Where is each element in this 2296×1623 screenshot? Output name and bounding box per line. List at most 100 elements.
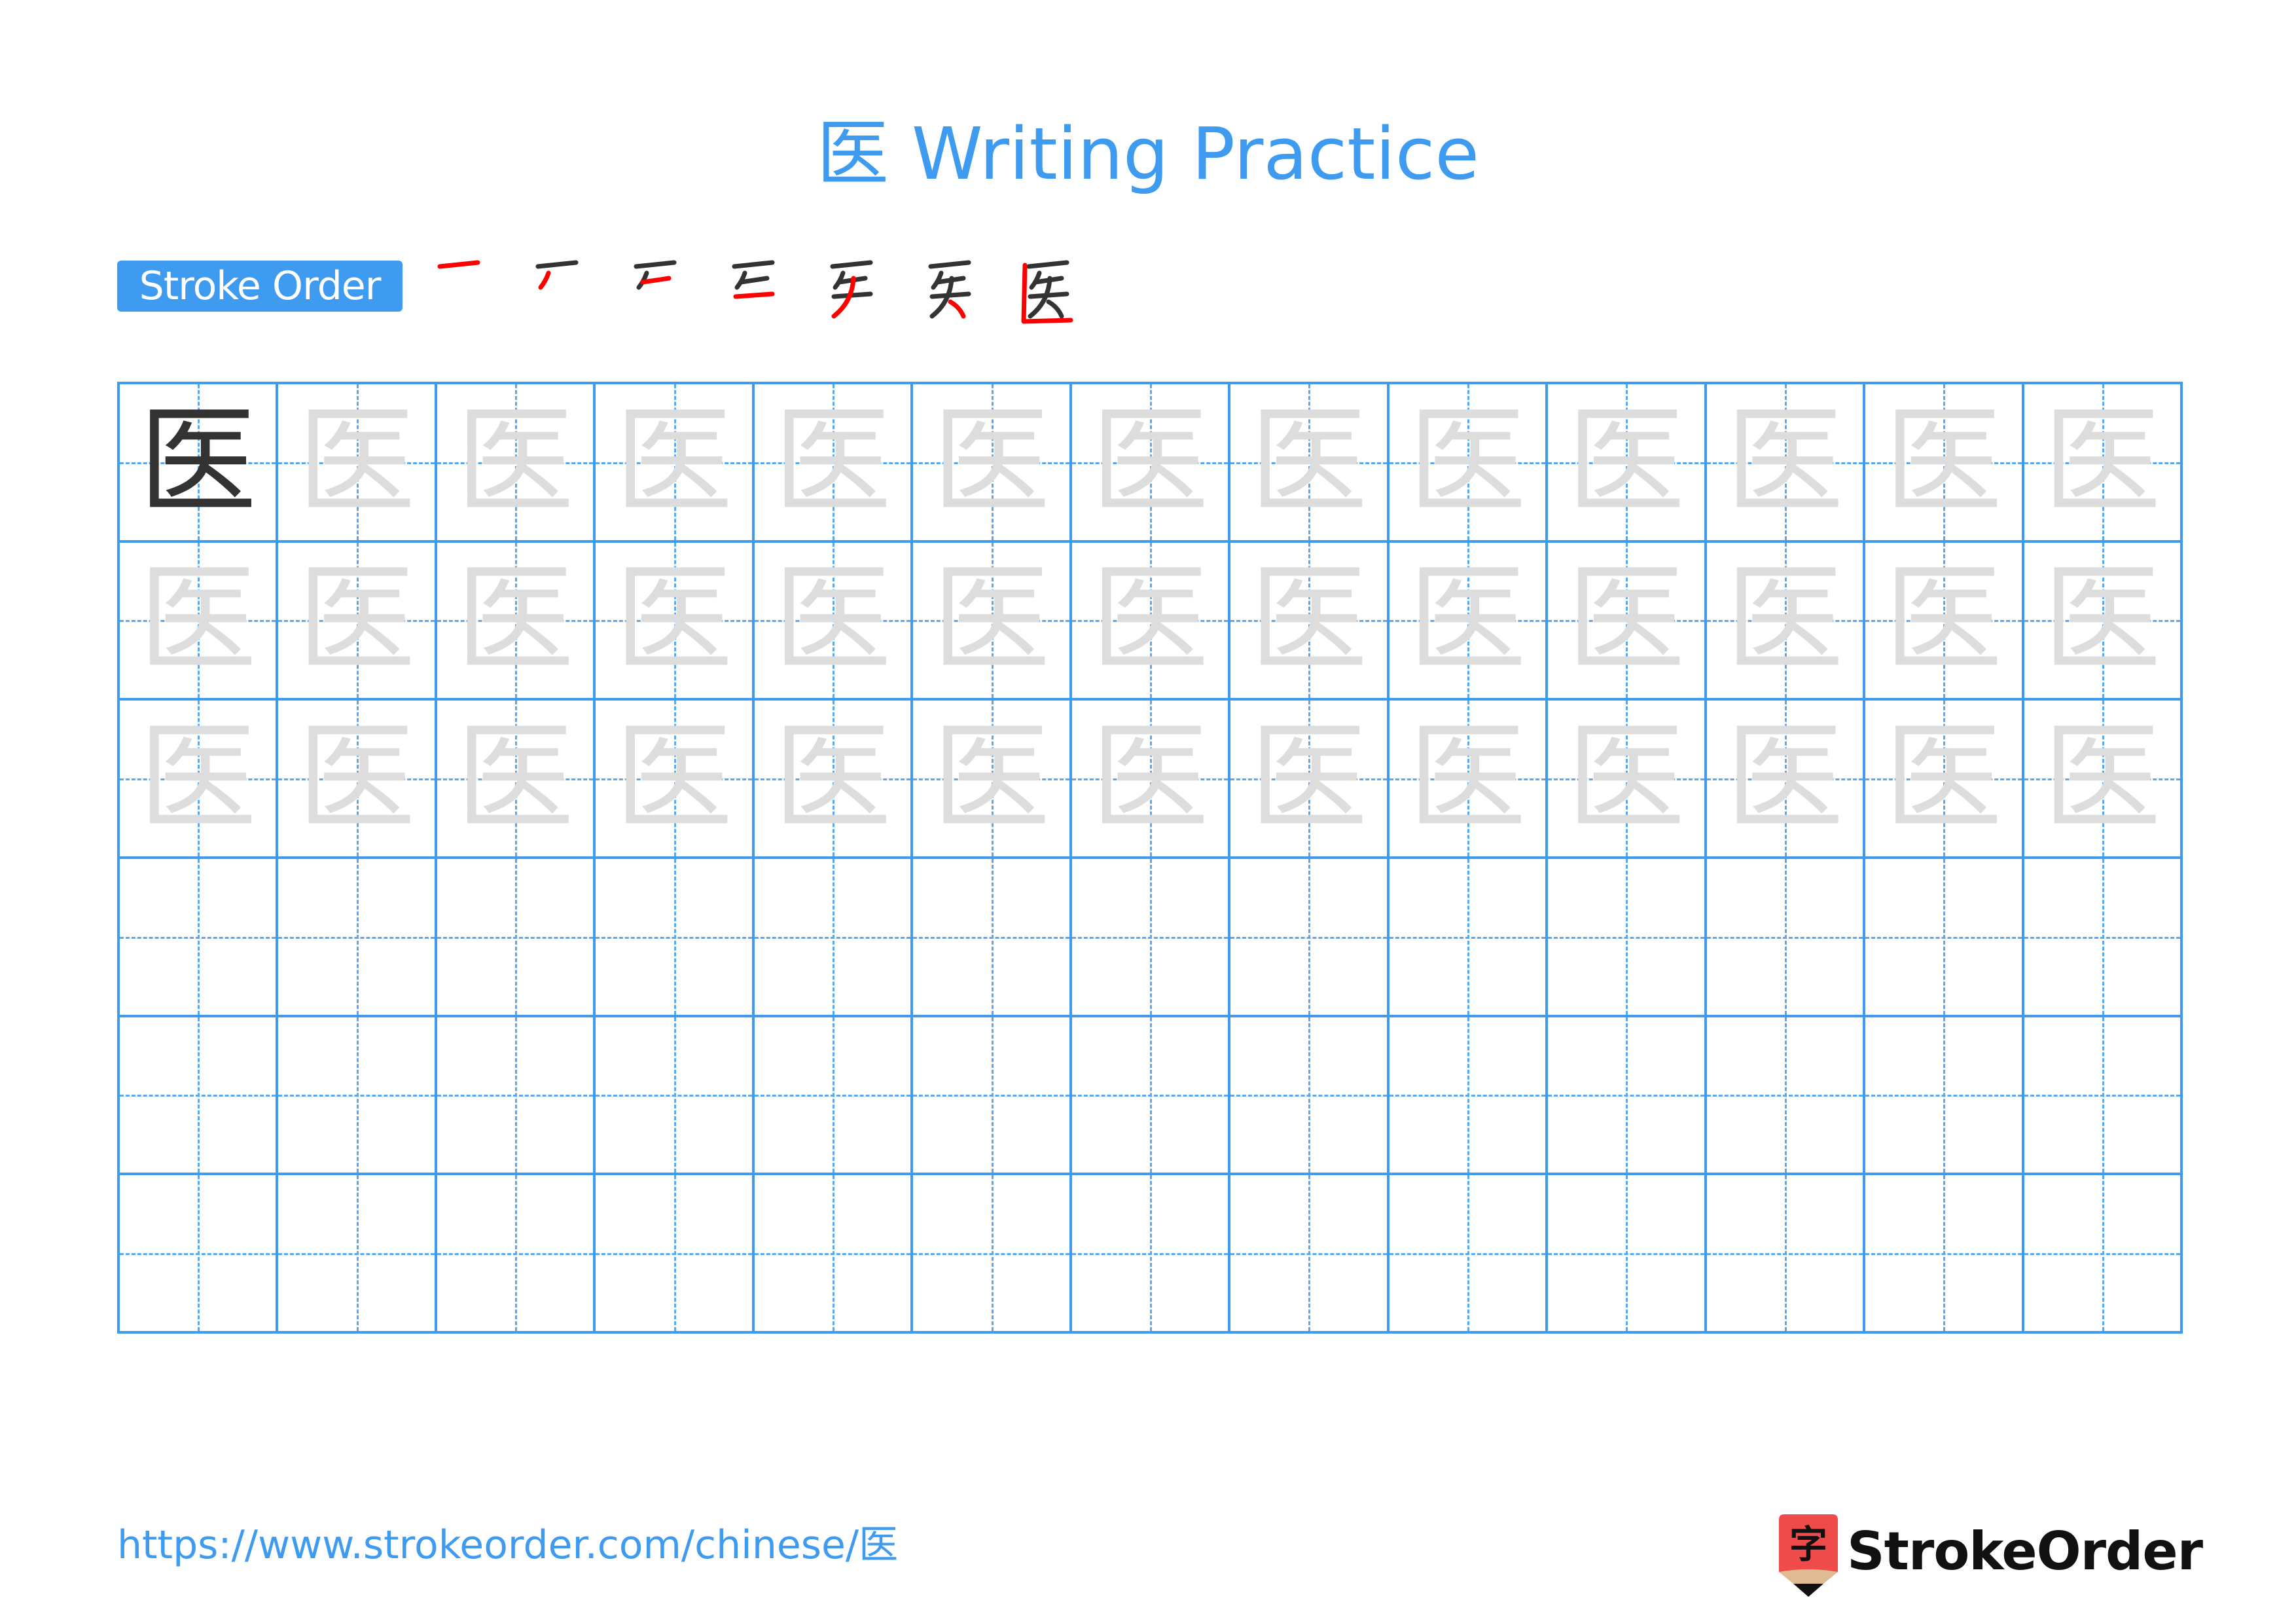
practice-cell[interactable] (276, 1173, 437, 1334)
practice-cell[interactable]: 医 (593, 539, 755, 701)
practice-cell[interactable] (1545, 1014, 1707, 1176)
practice-cell[interactable]: 医 (910, 539, 1072, 701)
practice-cell[interactable] (117, 1014, 279, 1176)
practice-cell[interactable] (1545, 1173, 1707, 1334)
practice-cell[interactable] (593, 1014, 755, 1176)
practice-cell[interactable]: 医 (2021, 539, 2183, 701)
practice-cell[interactable]: 医 (1386, 698, 1549, 859)
guide-line-horizontal (913, 1095, 1069, 1097)
practice-cell[interactable]: 医 (1386, 382, 1549, 543)
practice-cell[interactable] (1545, 856, 1707, 1017)
practice-cell[interactable] (1228, 856, 1390, 1017)
practice-cell[interactable] (1386, 856, 1549, 1017)
practice-cell[interactable]: 医 (2021, 698, 2183, 859)
practice-cell[interactable]: 医 (1228, 698, 1390, 859)
guide-line-horizontal (120, 936, 276, 939)
trace-character: 医 (297, 710, 416, 847)
practice-cell[interactable] (593, 856, 755, 1017)
practice-cell[interactable]: 医 (1704, 698, 1866, 859)
practice-cell[interactable]: 医 (1863, 539, 2024, 701)
practice-cell[interactable]: 医 (751, 382, 914, 543)
practice-cell[interactable]: 医 (434, 539, 596, 701)
practice-cell[interactable]: 医 (1545, 698, 1707, 859)
practice-cell[interactable]: 医 (1863, 698, 2024, 859)
practice-cell[interactable] (1863, 856, 2024, 1017)
practice-cell[interactable] (276, 1014, 437, 1176)
logo-text: StrokeOrder (1847, 1521, 2203, 1582)
practice-cell[interactable] (434, 1014, 596, 1176)
trace-character: 医 (456, 393, 575, 530)
practice-cell[interactable]: 医 (1069, 698, 1231, 859)
practice-cell[interactable]: 医 (751, 698, 914, 859)
trace-character: 医 (1884, 710, 2003, 847)
practice-cell[interactable] (1069, 1014, 1231, 1176)
guide-line-horizontal (1706, 1095, 1863, 1097)
strokeorder-logo[interactable]: 字 StrokeOrder (1779, 1509, 2203, 1601)
practice-cell[interactable]: 医 (1069, 539, 1231, 701)
practice-cell[interactable]: 医 (1069, 382, 1231, 543)
practice-cell[interactable] (276, 856, 437, 1017)
practice-cell[interactable]: 医 (276, 539, 437, 701)
guide-line-horizontal (437, 1095, 594, 1097)
practice-cell[interactable] (1704, 1014, 1866, 1176)
practice-cell[interactable] (1386, 1014, 1549, 1176)
practice-cell[interactable] (2021, 1173, 2183, 1334)
practice-cell[interactable]: 医 (1704, 382, 1866, 543)
trace-character: 医 (1408, 393, 1526, 530)
practice-cell[interactable] (1704, 1173, 1866, 1334)
practice-cell[interactable] (1069, 856, 1231, 1017)
practice-cell[interactable] (1386, 1173, 1549, 1334)
trace-character: 医 (2043, 393, 2161, 530)
practice-cell[interactable]: 医 (910, 382, 1072, 543)
practice-cell[interactable] (910, 856, 1072, 1017)
practice-cell[interactable] (910, 1173, 1072, 1334)
practice-cell[interactable] (910, 1014, 1072, 1176)
practice-cell[interactable]: 医 (1386, 539, 1549, 701)
practice-cell[interactable] (2021, 1014, 2183, 1176)
source-url-link[interactable]: https://www.strokeorder.com/chinese/医 (117, 1519, 898, 1571)
trace-character: 医 (1249, 710, 1368, 847)
stroke-step-1 (425, 259, 491, 324)
practice-cell[interactable]: 医 (1704, 539, 1866, 701)
practice-cell[interactable] (1228, 1014, 1390, 1176)
practice-cell[interactable]: 医 (1228, 539, 1390, 701)
practice-cell[interactable] (2021, 856, 2183, 1017)
trace-character: 医 (774, 710, 892, 847)
practice-cell[interactable] (434, 856, 596, 1017)
guide-line-horizontal (1706, 1253, 1863, 1256)
practice-cell[interactable] (1863, 1014, 2024, 1176)
practice-cell[interactable] (117, 856, 279, 1017)
guide-line-horizontal (596, 1095, 752, 1097)
practice-cell[interactable]: 医 (1863, 382, 2024, 543)
practice-cell[interactable]: 医 (910, 698, 1072, 859)
practice-cell[interactable] (1228, 1173, 1390, 1334)
trace-character: 医 (615, 551, 733, 689)
practice-cell[interactable]: 医 (2021, 382, 2183, 543)
practice-cell[interactable]: 医 (751, 539, 914, 701)
guide-line-horizontal (1230, 936, 1387, 939)
practice-cell[interactable] (1069, 1173, 1231, 1334)
practice-cell[interactable] (751, 856, 914, 1017)
practice-cell[interactable]: 医 (276, 698, 437, 859)
practice-cell[interactable]: 医 (1545, 539, 1707, 701)
practice-cell[interactable]: 医 (434, 382, 596, 543)
practice-cell[interactable]: 医 (1228, 382, 1390, 543)
guide-line-horizontal (1389, 1095, 1546, 1097)
practice-cell[interactable] (751, 1014, 914, 1176)
practice-cell[interactable] (117, 1173, 279, 1334)
practice-cell[interactable]: 医 (117, 698, 279, 859)
practice-cell[interactable]: 医 (593, 698, 755, 859)
practice-cell[interactable]: 医 (117, 382, 279, 543)
practice-cell[interactable] (593, 1173, 755, 1334)
practice-cell[interactable]: 医 (276, 382, 437, 543)
practice-cell[interactable]: 医 (434, 698, 596, 859)
practice-cell[interactable] (1704, 856, 1866, 1017)
guide-line-horizontal (1071, 1095, 1229, 1097)
practice-cell[interactable]: 医 (593, 382, 755, 543)
practice-cell[interactable]: 医 (117, 539, 279, 701)
practice-cell[interactable]: 医 (1545, 382, 1707, 543)
guide-line-horizontal (1230, 1253, 1387, 1256)
practice-cell[interactable] (434, 1173, 596, 1334)
practice-cell[interactable] (1863, 1173, 2024, 1334)
practice-cell[interactable] (751, 1173, 914, 1334)
